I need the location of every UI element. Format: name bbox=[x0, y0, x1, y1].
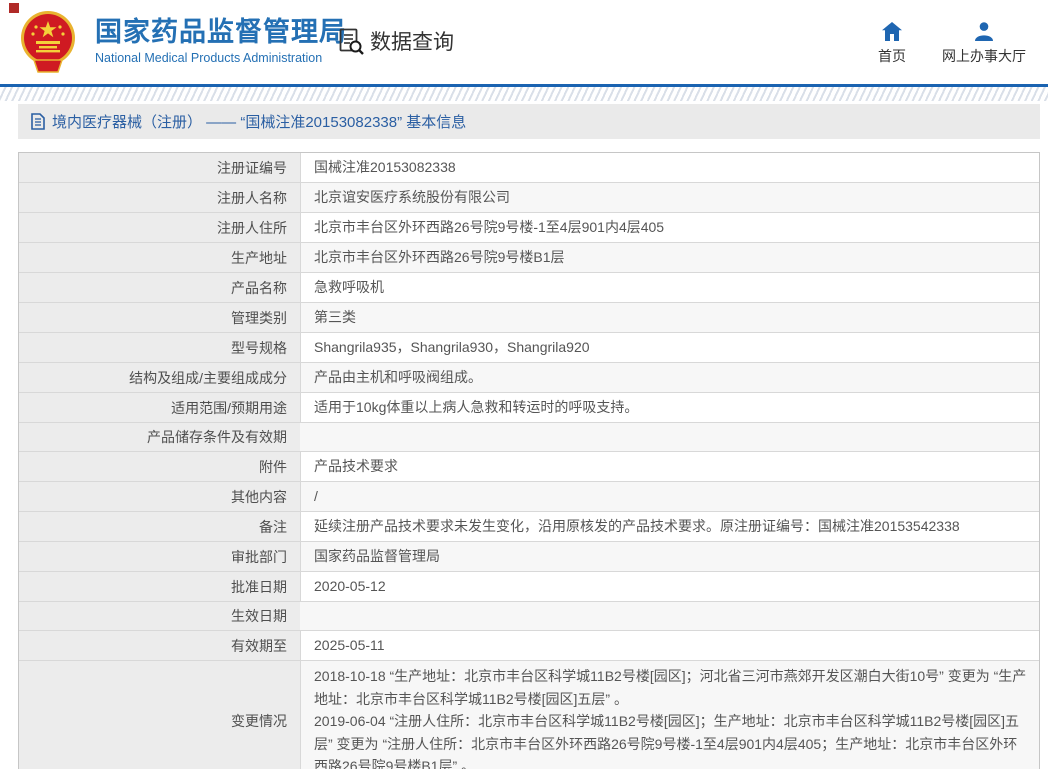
data-query-label: 数据查询 bbox=[370, 26, 454, 56]
site-title-en: National Medical Products Administration bbox=[95, 51, 347, 65]
row-value: 2025-05-11 bbox=[300, 631, 1039, 660]
row-label: 生效日期 bbox=[19, 602, 300, 630]
row-label: 注册人名称 bbox=[19, 183, 300, 212]
row-value bbox=[300, 423, 1039, 451]
nav-service-hall[interactable]: 网上办事大厅 bbox=[942, 22, 1026, 66]
change-record: 2019-06-04 “注册人住所：北京市丰台区科学城11B2号楼[园区]；生产… bbox=[314, 710, 1029, 769]
row-value bbox=[300, 602, 1039, 630]
table-row: 适用范围/预期用途适用于10kg体重以上病人急救和转运时的呼吸支持。 bbox=[19, 393, 1039, 423]
row-value: 适用于10kg体重以上病人急救和转运时的呼吸支持。 bbox=[300, 393, 1039, 422]
table-row: 备注延续注册产品技术要求未发生变化，沿用原核发的产品技术要求。原注册证编号：国械… bbox=[19, 512, 1039, 542]
table-row: 生产地址北京市丰台区外环西路26号院9号楼B1层 bbox=[19, 243, 1039, 273]
table-row: 变更情况 2018-10-18 “生产地址：北京市丰台区科学城11B2号楼[园区]… bbox=[19, 661, 1039, 769]
row-label: 备注 bbox=[19, 512, 300, 541]
row-label: 生产地址 bbox=[19, 243, 300, 272]
table-row: 批准日期2020-05-12 bbox=[19, 572, 1039, 602]
hatched-band bbox=[0, 87, 1048, 101]
table-row: 有效期至2025-05-11 bbox=[19, 631, 1039, 661]
row-label: 产品储存条件及有效期 bbox=[19, 423, 300, 451]
row-label: 注册证编号 bbox=[19, 153, 300, 182]
national-emblem-logo bbox=[16, 9, 80, 75]
row-label: 适用范围/预期用途 bbox=[19, 393, 300, 422]
header-nav: 首页 网上办事大厅 bbox=[878, 22, 1026, 66]
nav-service-hall-label: 网上办事大厅 bbox=[942, 46, 1026, 66]
info-table: 注册证编号国械注准20153082338注册人名称北京谊安医疗系统股份有限公司注… bbox=[18, 152, 1040, 769]
row-label: 附件 bbox=[19, 452, 300, 481]
table-row: 注册人住所北京市丰台区外环西路26号院9号楼-1至4层901内4层405 bbox=[19, 213, 1039, 243]
main-content: 境内医疗器械（注册） —— “国械注准20153082338” 基本信息 注册证… bbox=[0, 101, 1048, 769]
table-row: 其他内容/ bbox=[19, 482, 1039, 512]
table-row: 注册证编号国械注准20153082338 bbox=[19, 153, 1039, 183]
document-icon bbox=[31, 113, 45, 130]
table-row: 产品名称急救呼吸机 bbox=[19, 273, 1039, 303]
row-value: 国家药品监督管理局 bbox=[300, 542, 1039, 571]
table-row: 型号规格Shangrila935，Shangrila930，Shangrila9… bbox=[19, 333, 1039, 363]
row-label: 注册人住所 bbox=[19, 213, 300, 242]
row-value: 2018-10-18 “生产地址：北京市丰台区科学城11B2号楼[园区]；河北省… bbox=[300, 661, 1039, 769]
row-label: 有效期至 bbox=[19, 631, 300, 660]
row-value: / bbox=[300, 482, 1039, 511]
row-label: 管理类别 bbox=[19, 303, 300, 332]
table-row: 附件产品技术要求 bbox=[19, 452, 1039, 482]
user-icon bbox=[974, 22, 994, 41]
row-label: 产品名称 bbox=[19, 273, 300, 302]
row-value: 北京市丰台区外环西路26号院9号楼-1至4层901内4层405 bbox=[300, 213, 1039, 242]
row-value: 延续注册产品技术要求未发生变化，沿用原核发的产品技术要求。原注册证编号：国械注准… bbox=[300, 512, 1039, 541]
table-row: 生效日期 bbox=[19, 602, 1039, 631]
row-value: 2020-05-12 bbox=[300, 572, 1039, 601]
row-label: 其他内容 bbox=[19, 482, 300, 511]
nav-home[interactable]: 首页 bbox=[878, 22, 906, 66]
table-row: 审批部门国家药品监督管理局 bbox=[19, 542, 1039, 572]
row-value: 北京谊安医疗系统股份有限公司 bbox=[300, 183, 1039, 212]
row-value: 产品由主机和呼吸阀组成。 bbox=[300, 363, 1039, 392]
table-row: 注册人名称北京谊安医疗系统股份有限公司 bbox=[19, 183, 1039, 213]
home-icon bbox=[882, 22, 902, 41]
row-value: 北京市丰台区外环西路26号院9号楼B1层 bbox=[300, 243, 1039, 272]
row-value: 国械注准20153082338 bbox=[300, 153, 1039, 182]
nav-home-label: 首页 bbox=[878, 46, 906, 66]
site-title-cn: 国家药品监督管理局 bbox=[95, 16, 347, 48]
row-value: 产品技术要求 bbox=[300, 452, 1039, 481]
breadcrumb-text: 境内医疗器械（注册） —— “国械注准20153082338” 基本信息 bbox=[52, 111, 466, 132]
site-header: 国家药品监督管理局 National Medical Products Admi… bbox=[0, 0, 1048, 84]
row-value: 第三类 bbox=[300, 303, 1039, 332]
data-query-section: 数据查询 bbox=[337, 26, 454, 56]
table-row: 结构及组成/主要组成成分产品由主机和呼吸阀组成。 bbox=[19, 363, 1039, 393]
row-label: 结构及组成/主要组成成分 bbox=[19, 363, 300, 392]
row-value: 急救呼吸机 bbox=[300, 273, 1039, 302]
breadcrumb: 境内医疗器械（注册） —— “国械注准20153082338” 基本信息 bbox=[18, 104, 1040, 139]
change-record: 2018-10-18 “生产地址：北京市丰台区科学城11B2号楼[园区]；河北省… bbox=[314, 665, 1029, 710]
row-label: 审批部门 bbox=[19, 542, 300, 571]
row-label: 变更情况 bbox=[19, 661, 300, 769]
row-label: 型号规格 bbox=[19, 333, 300, 362]
document-search-icon bbox=[337, 27, 365, 55]
row-value: Shangrila935，Shangrila930，Shangrila920 bbox=[300, 333, 1039, 362]
site-title-block: 国家药品监督管理局 National Medical Products Admi… bbox=[95, 16, 347, 65]
row-label: 批准日期 bbox=[19, 572, 300, 601]
table-row: 产品储存条件及有效期 bbox=[19, 423, 1039, 452]
table-row: 管理类别第三类 bbox=[19, 303, 1039, 333]
